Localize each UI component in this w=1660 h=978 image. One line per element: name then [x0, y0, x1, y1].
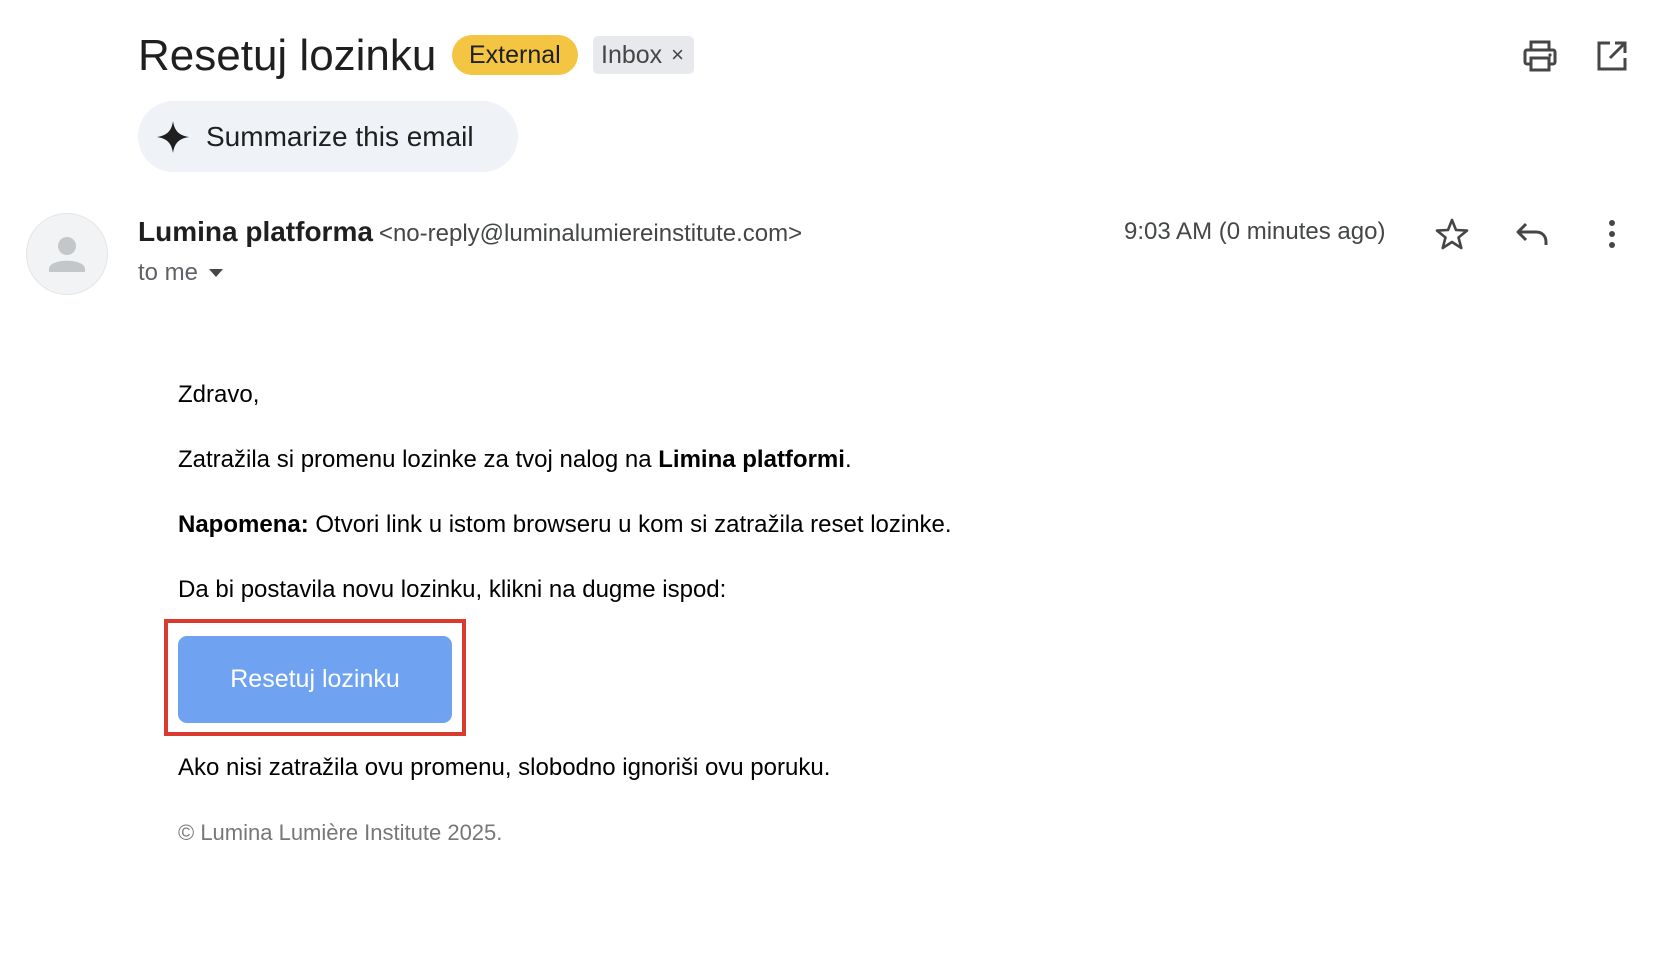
recipient-details-toggle[interactable]: to me	[138, 258, 224, 288]
caret-down-icon	[209, 269, 224, 277]
email-timestamp: 9:03 AM (0 minutes ago)	[1124, 218, 1386, 245]
email-paragraph-request: Zatražila si promenu lozinke za tvoj nal…	[178, 445, 852, 475]
sender-email: <no-reply@luminalumiereinstitute.com>	[378, 220, 803, 247]
remove-label-icon[interactable]: ×	[671, 36, 684, 74]
reset-password-button[interactable]: Resetuj lozinku	[178, 636, 452, 723]
email-subject: Resetuj lozinku	[138, 31, 437, 80]
email-greeting: Zdravo,	[178, 381, 260, 408]
reply-icon[interactable]	[1512, 214, 1552, 254]
person-avatar-icon	[49, 237, 85, 272]
summarize-email-button[interactable]: Summarize this email	[138, 101, 518, 172]
paragraph-text: Zatražila si promenu lozinke za tvoj nal…	[178, 446, 659, 473]
paragraph-text-end: .	[844, 446, 852, 473]
email-copyright: © Lumina Lumière Institute 2025.	[178, 820, 503, 845]
external-badge: External	[452, 35, 578, 75]
sender-info: Lumina platforma <no-reply@luminalumierei…	[138, 214, 802, 255]
sparkle-icon	[157, 121, 189, 153]
summarize-label: Summarize this email	[206, 121, 474, 152]
open-in-new-window-icon[interactable]	[1592, 36, 1632, 76]
email-paragraph-note: Napomena: Otvori link u istom browseru u…	[178, 510, 952, 540]
star-icon[interactable]	[1432, 214, 1472, 254]
email-paragraph-instruction: Da bi postavila novu lozinku, klikni na …	[178, 576, 727, 603]
inbox-label-chip[interactable]: Inbox ×	[593, 36, 695, 74]
inbox-label-text: Inbox	[601, 41, 663, 69]
more-vertical-icon[interactable]	[1592, 214, 1632, 254]
sender-name: Lumina platforma	[138, 216, 373, 247]
print-icon[interactable]	[1520, 36, 1560, 76]
recipient-label: to me	[138, 259, 199, 286]
sender-avatar[interactable]	[26, 213, 108, 295]
email-paragraph-ignore: Ako nisi zatražila ovu promenu, slobodno…	[178, 754, 831, 781]
platform-name: Limina platformi	[658, 446, 845, 473]
note-label: Napomena:	[178, 511, 309, 538]
note-text: Otvori link u istom browseru u kom si za…	[308, 511, 952, 538]
